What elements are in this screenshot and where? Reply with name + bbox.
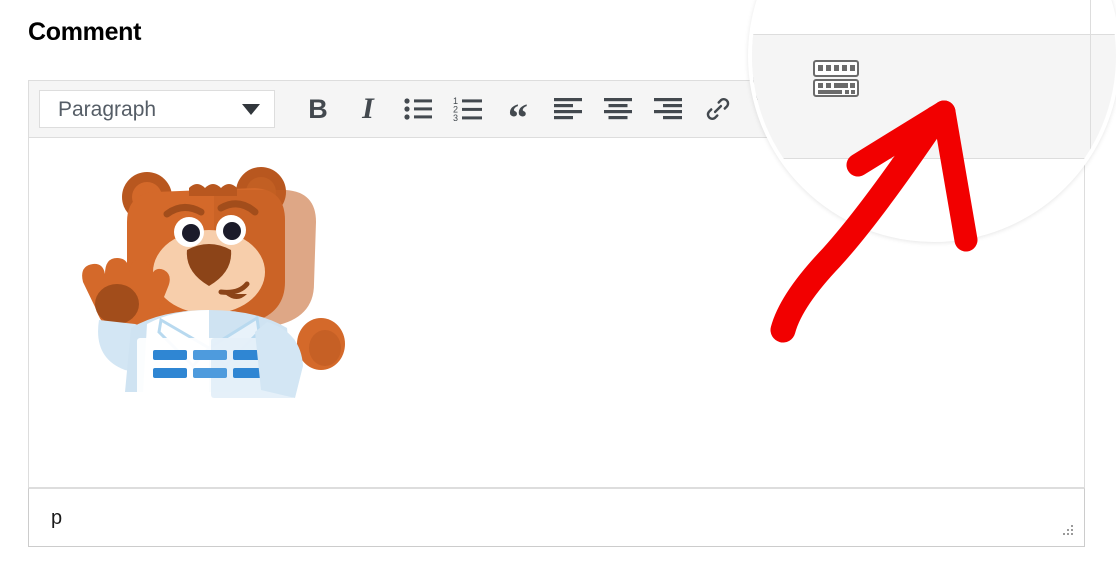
- format-select[interactable]: Paragraph: [39, 90, 275, 128]
- blockquote-icon: “: [508, 95, 528, 140]
- align-right-button[interactable]: [643, 86, 693, 132]
- magnified-panel-edge: [1090, 0, 1091, 170]
- format-select-value: Paragraph: [58, 97, 157, 121]
- italic-icon: I: [362, 92, 374, 125]
- resize-grip-icon[interactable]: [1059, 523, 1075, 539]
- bulleted-list-button[interactable]: [393, 86, 443, 132]
- align-right-icon: [654, 97, 682, 121]
- align-center-button[interactable]: [593, 86, 643, 132]
- numbered-list-button[interactable]: 1 2 3: [443, 86, 493, 132]
- svg-text:3: 3: [453, 113, 458, 122]
- page-title: Comment: [28, 18, 142, 46]
- blockquote-button[interactable]: “: [493, 86, 543, 138]
- align-left-icon: [554, 97, 582, 121]
- insert-link-button[interactable]: [693, 86, 743, 132]
- chevron-down-icon: [242, 103, 260, 115]
- align-center-icon: [604, 97, 632, 121]
- element-path: p: [51, 506, 63, 529]
- bold-button[interactable]: B: [293, 86, 343, 132]
- magnified-editor-panel: [752, 34, 1116, 159]
- align-left-button[interactable]: [543, 86, 593, 132]
- bulleted-list-icon: [403, 96, 433, 122]
- editor-statusbar: p: [28, 488, 1085, 547]
- link-icon: [704, 95, 732, 123]
- magnifier-callout: Visual Text: [748, 0, 1116, 242]
- bear-mascot-image: [69, 152, 359, 402]
- toolbar-toggle-icon[interactable]: [812, 59, 860, 99]
- bold-icon: B: [308, 93, 328, 124]
- italic-button[interactable]: I: [343, 86, 393, 132]
- numbered-list-icon: 1 2 3: [453, 96, 483, 122]
